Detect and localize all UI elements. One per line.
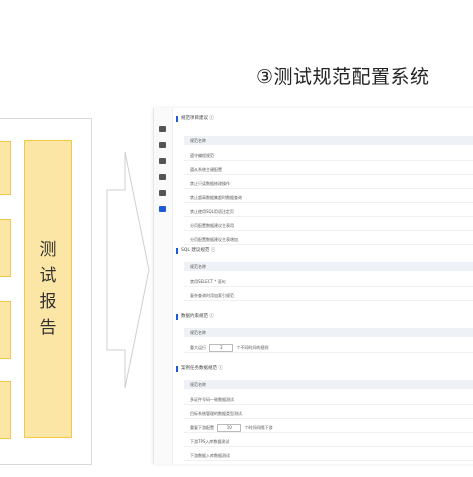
section-title: SQL 建议规范 ⓘ bbox=[176, 248, 215, 254]
header-label: 规范名称 bbox=[190, 138, 206, 143]
value-input[interactable]: 10 bbox=[217, 424, 242, 432]
section-title: 规范项目建议 ⓘ bbox=[176, 116, 214, 122]
header-label: 规范名称 bbox=[190, 264, 206, 269]
row-suffix: 个时间间隔下游 bbox=[244, 425, 273, 430]
table-header: 规范名称 规 bbox=[184, 136, 473, 145]
yellow-block-2 bbox=[0, 219, 11, 277]
doc-icon[interactable] bbox=[159, 142, 166, 148]
table-row[interactable]: 下游数据入库数据测试 bbox=[184, 451, 473, 461]
header-label: 规范名称 bbox=[190, 382, 206, 387]
table-row[interactable]: 禁止只读数据修改操作 bbox=[184, 179, 473, 189]
row-suffix: 个不同时间的规则 bbox=[236, 345, 269, 350]
table-row[interactable]: 分页配置数据建议主表用 bbox=[184, 221, 473, 231]
yellow-block-1 bbox=[0, 141, 11, 195]
yellow-block-3 bbox=[0, 301, 11, 359]
yellow-block-4 bbox=[0, 381, 11, 439]
table-row[interactable]: 遵从系统主键配置 bbox=[184, 165, 473, 175]
table-row[interactable]: 禁用SELECT * 语句 bbox=[184, 277, 473, 287]
table-row[interactable]: 重复下游配置 10 个时间间隔下游 bbox=[184, 423, 473, 433]
config-screenshot: 规范项目建议 ⓘ 规范名称 规 遵守编程规范 遵从系统主键配置 禁止只读数据修改… bbox=[153, 108, 473, 464]
table-row[interactable]: 下游TPS入库数据测试 bbox=[184, 437, 473, 447]
list-icon[interactable] bbox=[159, 158, 166, 164]
test-report-box: 测 试 报 告 bbox=[24, 140, 72, 438]
report-char: 报 bbox=[39, 292, 57, 312]
table-header: 规范名称 规 bbox=[184, 328, 473, 337]
report-char: 试 bbox=[39, 266, 57, 286]
header-label: 规范名称 bbox=[190, 330, 206, 335]
section-title: 数据约束规范 ⓘ bbox=[176, 314, 214, 320]
table-row[interactable]: 禁止使用SQL用语注定页 bbox=[184, 207, 473, 217]
row-prefix: 重复下游配置 bbox=[190, 425, 214, 430]
table-row[interactable]: 遵守编程规范 bbox=[184, 151, 473, 161]
table-row[interactable]: 多证件号码一致数据测试 bbox=[184, 395, 473, 405]
row-prefix: 重大运行 bbox=[190, 345, 206, 350]
table-row[interactable]: 复杂查询时添加索引规范 bbox=[184, 291, 473, 301]
report-icon[interactable] bbox=[159, 190, 166, 196]
report-char: 测 bbox=[39, 240, 57, 260]
settings-icon[interactable] bbox=[159, 206, 166, 212]
value-input[interactable]: 3 bbox=[209, 344, 234, 352]
page-title: ③测试规范配置系统 bbox=[256, 66, 430, 88]
table-row[interactable]: 禁止超高数据集超时数据查询 bbox=[184, 193, 473, 203]
table-header: 规范名称 规 bbox=[184, 262, 473, 271]
table-row[interactable]: 目标系统管理的数据类型测试 bbox=[184, 409, 473, 419]
report-char: 告 bbox=[39, 318, 57, 338]
section-title: 案例任务数据规范 ⓘ bbox=[176, 366, 223, 372]
home-icon[interactable] bbox=[159, 126, 166, 132]
table-row[interactable]: 重大运行 3 个不同时间的规则 bbox=[184, 343, 473, 353]
file-icon[interactable] bbox=[159, 174, 166, 180]
table-header: 规范名称 规 bbox=[184, 380, 473, 389]
table-row[interactable]: 分页配置数据建议主表增加 bbox=[184, 235, 473, 245]
side-icon-bar bbox=[154, 108, 173, 464]
right-arrow-icon bbox=[106, 151, 150, 389]
